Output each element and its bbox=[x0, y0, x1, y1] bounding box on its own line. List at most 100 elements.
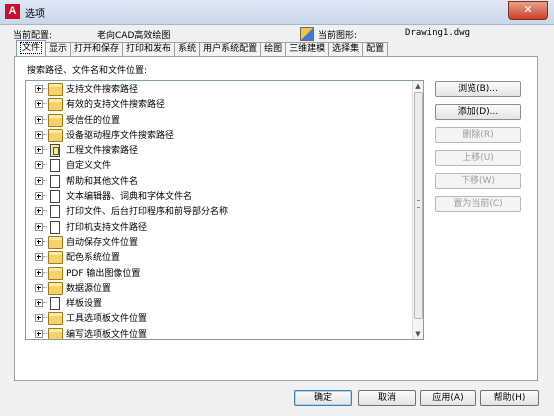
expand-icon[interactable] bbox=[35, 268, 43, 277]
close-button[interactable]: ✕ bbox=[508, 1, 548, 20]
tree-item-label: 设备驱动程序文件搜索路径 bbox=[66, 130, 175, 141]
search-path-tree[interactable]: 支持文件搜索路径有效的支持文件搜索路径 受信任的位置设备驱动程序文件搜索路径 工程文… bbox=[25, 80, 424, 340]
tree-item[interactable]: 自定义文件 bbox=[26, 157, 423, 173]
browse-button[interactable]: 浏览(B)... bbox=[435, 81, 521, 97]
tree-item[interactable]: 工程文件搜索路径 bbox=[26, 142, 423, 158]
tree-item[interactable]: 打印文件、后台打印程序和前导部分名称 bbox=[26, 203, 423, 219]
tab-drafting[interactable]: 绘图 bbox=[260, 42, 287, 56]
tree-connector bbox=[43, 195, 47, 197]
tree-item[interactable]: 文本编辑器、词典和字体文件名 bbox=[26, 188, 423, 204]
tree-connector bbox=[43, 256, 47, 258]
expand-icon[interactable] bbox=[35, 314, 43, 323]
set-current-button[interactable]: 置为当前(C) bbox=[435, 196, 521, 212]
tree-item[interactable]: 配色系统位置 bbox=[26, 249, 423, 265]
current-drawing-label: 当前图形: bbox=[318, 31, 358, 41]
folder-icon bbox=[48, 312, 63, 326]
expand-icon[interactable] bbox=[35, 161, 43, 170]
tree-item[interactable]: 自动保存文件位置 bbox=[26, 234, 423, 249]
tree-item-label: 样板设置 bbox=[66, 299, 103, 310]
tree-connector bbox=[43, 332, 47, 334]
tab-open-save[interactable]: 打开和保存 bbox=[70, 42, 124, 56]
file-icon bbox=[50, 159, 60, 173]
tree-item[interactable]: 样板设置 bbox=[26, 295, 423, 311]
tree-connector bbox=[43, 179, 47, 181]
tree-item-label: 有效的支持文件搜索路径 bbox=[66, 100, 166, 111]
tree-connector bbox=[43, 240, 47, 242]
remove-button[interactable]: 删除(R) bbox=[435, 127, 521, 143]
tree-item-label: 帮助和其他文件名 bbox=[66, 176, 139, 187]
expand-icon[interactable] bbox=[35, 100, 43, 109]
ok-button[interactable]: 确定 bbox=[294, 390, 352, 406]
expand-icon[interactable] bbox=[35, 237, 43, 246]
expand-icon[interactable] bbox=[35, 146, 43, 155]
tree-item[interactable]: 工具选项板文件位置 bbox=[26, 310, 423, 326]
tab-label: 文件 bbox=[20, 42, 43, 54]
current-drawing-value: Drawing1.dwg bbox=[405, 28, 471, 38]
window-title: 选项 bbox=[25, 9, 45, 20]
expand-icon[interactable] bbox=[35, 329, 43, 338]
title-bar: A 选项 ✕ bbox=[0, 0, 554, 25]
expand-icon[interactable] bbox=[35, 85, 43, 93]
tab-system[interactable]: 系统 bbox=[174, 42, 201, 56]
expand-icon[interactable] bbox=[35, 222, 43, 231]
help-button[interactable]: 帮助(H) bbox=[480, 390, 539, 406]
scrollbar-thumb[interactable] bbox=[414, 92, 423, 319]
tree-item[interactable]: 打印机支持文件路径 bbox=[26, 219, 423, 234]
tree-item[interactable]: 数据源位置 bbox=[26, 280, 423, 295]
apply-button[interactable]: 应用(A) bbox=[420, 390, 476, 406]
tree-item-label: 打印机支持文件路径 bbox=[66, 222, 148, 233]
move-down-button[interactable]: 下移(W) bbox=[435, 173, 521, 189]
expand-icon[interactable] bbox=[35, 299, 43, 308]
tree-connector bbox=[43, 149, 47, 151]
drawing-icon bbox=[300, 27, 314, 41]
tree-item[interactable]: 有效的支持文件搜索路径 bbox=[26, 96, 423, 112]
tree-item-label: 文本编辑器、词典和字体文件名 bbox=[66, 192, 193, 203]
tree-item[interactable]: 受信任的位置 bbox=[26, 112, 423, 127]
expand-icon[interactable] bbox=[35, 176, 43, 185]
expand-icon[interactable] bbox=[35, 253, 43, 262]
files-panel: 搜索路径、文件名和文件位置: 支持文件搜索路径有效的支持文件搜索路径 受信任的位置… bbox=[14, 56, 538, 381]
folder-icon bbox=[48, 128, 63, 142]
folder-icon bbox=[48, 235, 63, 249]
tree-item[interactable]: 帮助和其他文件名 bbox=[26, 173, 423, 188]
tab-files[interactable]: 文件 bbox=[16, 40, 47, 56]
move-up-button[interactable]: 上移(U) bbox=[435, 150, 521, 166]
tree-item-label: 自动保存文件位置 bbox=[66, 237, 139, 248]
expand-icon[interactable] bbox=[35, 207, 43, 216]
tab-display[interactable]: 显示 bbox=[45, 42, 72, 56]
file-icon bbox=[50, 190, 60, 204]
folder-icon bbox=[48, 266, 63, 280]
file-icon bbox=[50, 174, 60, 188]
tree-item[interactable]: 编写选项板文件位置 bbox=[26, 326, 423, 340]
tree-item[interactable]: PDF 输出图像位置 bbox=[26, 265, 423, 280]
search-paths-label: 搜索路径、文件名和文件位置: bbox=[27, 66, 148, 76]
close-icon: ✕ bbox=[523, 3, 533, 16]
tree-connector bbox=[43, 225, 47, 227]
tab-selection[interactable]: 选择集 bbox=[328, 42, 364, 56]
tree-connector bbox=[43, 302, 47, 304]
tree-item-label: PDF 输出图像位置 bbox=[66, 268, 141, 279]
tree-item-label: 工程文件搜索路径 bbox=[66, 146, 139, 157]
folder-icon bbox=[48, 281, 63, 295]
tree-item-label: 编写选项板文件位置 bbox=[66, 329, 148, 340]
tab-user-preferences[interactable]: 用户系统配置 bbox=[199, 42, 262, 56]
add-button[interactable]: 添加(D)... bbox=[435, 104, 521, 120]
tab-3d-modeling[interactable]: 三维建模 bbox=[285, 42, 330, 56]
tree-connector bbox=[43, 210, 47, 212]
expand-icon[interactable] bbox=[35, 283, 43, 292]
tree-item-label: 支持文件搜索路径 bbox=[66, 85, 139, 95]
tab-profiles[interactable]: 配置 bbox=[362, 42, 389, 56]
expand-icon[interactable] bbox=[35, 115, 43, 124]
cancel-button[interactable]: 取消 bbox=[358, 390, 416, 406]
tree-scrollbar[interactable]: ▲ ▼ bbox=[412, 81, 423, 339]
tree-connector bbox=[43, 271, 47, 273]
tree-item[interactable]: 支持文件搜索路径 bbox=[26, 81, 423, 96]
tab-plot-publish[interactable]: 打印和发布 bbox=[122, 42, 176, 56]
scroll-up-icon[interactable]: ▲ bbox=[413, 81, 423, 91]
expand-icon[interactable] bbox=[35, 130, 43, 139]
folder-icon bbox=[48, 98, 63, 112]
tree-item-label: 数据源位置 bbox=[66, 283, 112, 294]
scroll-down-icon[interactable]: ▼ bbox=[413, 329, 423, 339]
tree-item[interactable]: 设备驱动程序文件搜索路径 bbox=[26, 127, 423, 142]
expand-icon[interactable] bbox=[35, 192, 43, 201]
